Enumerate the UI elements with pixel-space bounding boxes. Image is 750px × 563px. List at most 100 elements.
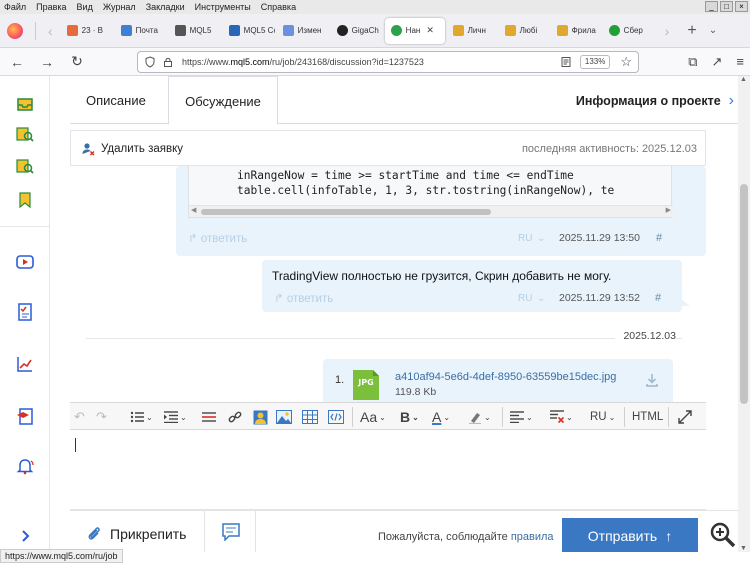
- app-menu-icon[interactable]: ≡: [736, 54, 744, 70]
- chevron-down-icon[interactable]: ⌄: [537, 293, 545, 304]
- scrollbar-thumb[interactable]: [740, 184, 748, 404]
- menu-file[interactable]: Файл: [4, 2, 26, 12]
- browser-tab[interactable]: Измен: [277, 18, 329, 44]
- worker-search-icon[interactable]: [15, 156, 35, 176]
- mention-user-button[interactable]: [253, 408, 268, 426]
- bookmark-icon[interactable]: [15, 190, 35, 210]
- growth-chart-icon[interactable]: [15, 354, 35, 374]
- browser-tab[interactable]: Любі: [499, 18, 549, 44]
- clear-format-button[interactable]: ⌄: [550, 408, 573, 426]
- indent-button[interactable]: ⌄: [164, 408, 187, 426]
- reply-link[interactable]: ↱ ответить: [188, 231, 247, 245]
- extensions-icon[interactable]: ⧉: [688, 54, 697, 70]
- message-anchor-link[interactable]: #: [656, 232, 662, 244]
- undo-icon[interactable]: ↶: [74, 408, 85, 426]
- scrollbar-thumb[interactable]: [201, 209, 491, 215]
- rules-link[interactable]: правила: [511, 531, 554, 543]
- scroll-down-icon[interactable]: ▼: [740, 545, 747, 552]
- zoom-level[interactable]: 133%: [579, 55, 611, 69]
- firefox-icon[interactable]: [7, 22, 23, 39]
- notifications-icon[interactable]: [15, 456, 35, 476]
- delete-request-button[interactable]: Удалить заявку: [81, 142, 183, 156]
- html-mode-button[interactable]: HTML: [632, 408, 663, 426]
- menu-view[interactable]: Вид: [77, 2, 93, 12]
- font-size-button[interactable]: Aa ⌄: [360, 408, 386, 426]
- forward-icon[interactable]: →: [36, 54, 58, 70]
- bookmark-star-icon[interactable]: ☆: [620, 54, 632, 70]
- tab-description[interactable]: Описание: [86, 76, 146, 124]
- video-icon[interactable]: [15, 252, 35, 272]
- message-anchor-link[interactable]: #: [655, 292, 661, 304]
- menu-history[interactable]: Журнал: [103, 2, 136, 12]
- tab-discussion[interactable]: Обсуждение: [168, 76, 278, 125]
- education-icon[interactable]: [15, 406, 35, 426]
- url-text[interactable]: https://www.mql5.com/ru/job/243168/discu…: [182, 57, 560, 67]
- send-button[interactable]: Отправить ↑: [562, 518, 698, 552]
- menu-help[interactable]: Справка: [261, 2, 296, 12]
- back-icon[interactable]: ←: [6, 54, 28, 70]
- scroll-left-icon[interactable]: ◀: [191, 206, 196, 214]
- page-scrollbar[interactable]: ▲ ▼: [738, 76, 750, 552]
- tab-scroll-right-icon[interactable]: ›: [665, 23, 670, 39]
- insert-table-button[interactable]: [302, 408, 318, 426]
- expand-sidebar-icon[interactable]: [15, 526, 35, 546]
- browser-tab[interactable]: Почта: [115, 18, 167, 44]
- language-select[interactable]: RU ⌄: [590, 408, 615, 426]
- jpg-file-icon[interactable]: JPG: [353, 370, 379, 400]
- reply-link[interactable]: ↱ ответить: [274, 291, 333, 305]
- browser-tab[interactable]: Личн: [447, 18, 497, 44]
- maximize-icon[interactable]: □: [720, 1, 733, 12]
- scroll-right-icon[interactable]: ▶: [666, 206, 671, 214]
- reply-label: ответить: [286, 293, 334, 305]
- scroll-up-icon[interactable]: ▲: [740, 76, 747, 83]
- translate-language[interactable]: RU: [518, 293, 532, 304]
- browser-tab[interactable]: MQL5: [169, 18, 221, 44]
- browser-tab[interactable]: 23 · В: [61, 18, 113, 44]
- minimize-icon[interactable]: _: [705, 1, 718, 12]
- menu-bookmarks[interactable]: Закладки: [146, 2, 185, 12]
- url-bar[interactable]: https://www.mql5.com/ru/job/243168/discu…: [137, 51, 639, 73]
- highlight-button[interactable]: ⌄: [468, 408, 491, 426]
- inbox-icon[interactable]: [15, 94, 35, 114]
- divider: [35, 21, 36, 40]
- job-search-icon[interactable]: [15, 124, 35, 144]
- browser-tab-active[interactable]: Нан ✕: [384, 17, 445, 44]
- tab-scroll-left-icon[interactable]: ‹: [48, 23, 53, 39]
- reader-view-icon[interactable]: [560, 56, 572, 68]
- menu-edit[interactable]: Правка: [36, 2, 66, 12]
- bold-button[interactable]: B ⌄: [400, 408, 419, 426]
- code-horizontal-scrollbar[interactable]: ◀ ▶: [189, 205, 673, 217]
- browser-tab[interactable]: Фрила: [551, 18, 601, 44]
- attach-button[interactable]: Прикрепить: [86, 525, 186, 543]
- download-icon[interactable]: [645, 373, 659, 387]
- tab-project-info[interactable]: Информация о проекте ›: [576, 76, 734, 124]
- new-tab-icon[interactable]: +: [687, 22, 696, 40]
- link-button[interactable]: [228, 408, 242, 426]
- share-icon[interactable]: ↗: [712, 54, 723, 70]
- redo-icon[interactable]: ↷: [96, 408, 107, 426]
- translate-language[interactable]: RU: [518, 233, 532, 244]
- attachment-filename-link[interactable]: a410af94-5e6d-4def-8950-63559be15dec.jpg: [395, 371, 616, 383]
- chevron-down-icon[interactable]: ⌄: [537, 233, 545, 244]
- font-color-button[interactable]: A ⌄: [432, 408, 450, 426]
- insert-image-button[interactable]: [276, 408, 292, 426]
- browser-tab[interactable]: Сбер: [603, 18, 653, 44]
- reload-icon[interactable]: ↻: [66, 53, 88, 70]
- menu-tools[interactable]: Инструменты: [195, 2, 251, 12]
- shield-icon[interactable]: [144, 56, 156, 68]
- close-window-icon[interactable]: ×: [735, 1, 748, 12]
- list-all-tabs-icon[interactable]: ⌄: [709, 25, 717, 36]
- lock-icon[interactable]: [162, 56, 174, 68]
- unordered-list-button[interactable]: ⌄: [130, 408, 153, 426]
- browser-tab[interactable]: MQL5 Code: [223, 18, 275, 44]
- horizontal-rule-button[interactable]: [202, 408, 216, 426]
- browser-tab[interactable]: GigaCh: [331, 18, 383, 44]
- insert-code-button[interactable]: [328, 408, 344, 426]
- templates-button[interactable]: [204, 511, 256, 552]
- fullscreen-button[interactable]: [678, 408, 692, 426]
- zoom-magnifier-icon[interactable]: [708, 520, 738, 550]
- align-button[interactable]: ⌄: [510, 408, 533, 426]
- close-tab-icon[interactable]: ✕: [426, 25, 434, 36]
- checklist-icon[interactable]: [15, 302, 35, 322]
- message-editor[interactable]: [70, 430, 706, 510]
